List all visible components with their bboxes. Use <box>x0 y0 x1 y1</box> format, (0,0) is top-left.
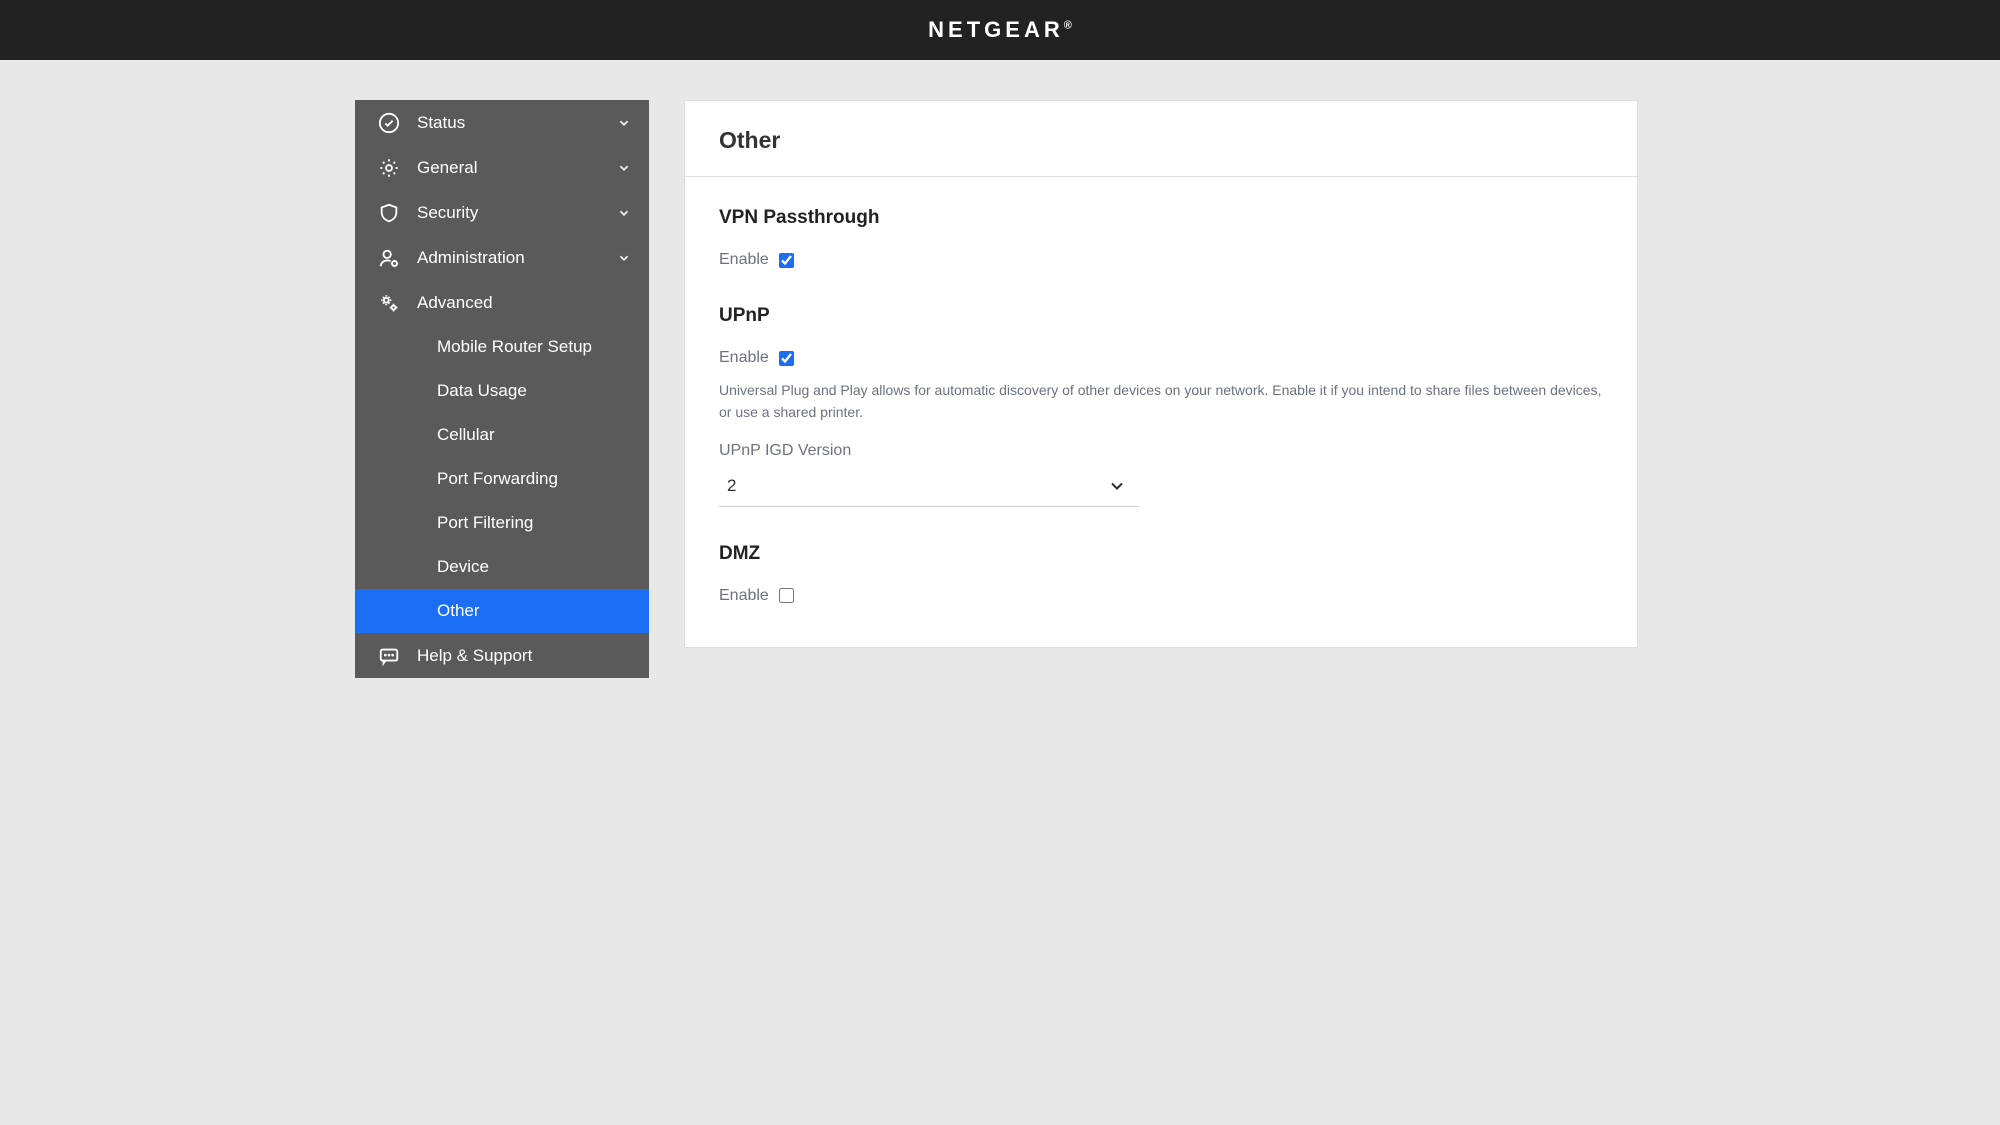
upnp-description: Universal Plug and Play allows for autom… <box>719 379 1603 424</box>
sidebar-sub-port-forwarding[interactable]: Port Forwarding <box>355 457 649 501</box>
sidebar-sub-port-filtering[interactable]: Port Filtering <box>355 501 649 545</box>
sidebar-item-label: Administration <box>417 248 617 268</box>
vpn-enable-row: Enable <box>719 251 1603 269</box>
select-value: 2 <box>727 476 1107 496</box>
sidebar-item-security[interactable]: Security <box>355 190 649 235</box>
section-upnp: UPnP Enable Universal Plug and Play allo… <box>719 305 1603 507</box>
sidebar-sub-mobile-router-setup[interactable]: Mobile Router Setup <box>355 325 649 369</box>
user-gear-icon <box>377 247 401 269</box>
chat-icon <box>377 645 401 667</box>
sidebar-sub-label: Port Filtering <box>437 513 533 533</box>
sidebar-item-label: Status <box>417 113 617 133</box>
field-label: Enable <box>719 251 769 269</box>
chevron-down-icon <box>617 206 631 220</box>
section-heading: VPN Passthrough <box>719 207 1603 229</box>
dmz-enable-checkbox[interactable] <box>779 588 794 603</box>
shield-icon <box>377 202 401 224</box>
chevron-down-icon <box>1107 476 1127 496</box>
sidebar-sub-label: Data Usage <box>437 381 527 401</box>
section-heading: UPnP <box>719 305 1603 327</box>
brand-text: NETGEAR <box>928 17 1064 42</box>
vpn-enable-checkbox[interactable] <box>779 253 794 268</box>
brand-rmark: ® <box>1064 20 1072 32</box>
section-vpn-passthrough: VPN Passthrough Enable <box>719 207 1603 269</box>
sidebar-item-administration[interactable]: Administration <box>355 235 649 280</box>
sidebar-sub-device[interactable]: Device <box>355 545 649 589</box>
sidebar-item-status[interactable]: Status <box>355 100 649 145</box>
sidebar-sub-label: Other <box>437 601 480 621</box>
sidebar-item-general[interactable]: General <box>355 145 649 190</box>
sidebar-sub-label: Mobile Router Setup <box>437 337 592 357</box>
sidebar-item-advanced[interactable]: Advanced <box>355 280 649 325</box>
sidebar-sub-label: Device <box>437 557 489 577</box>
field-label: Enable <box>719 349 769 367</box>
sidebar-item-label: Security <box>417 203 617 223</box>
gears-icon <box>377 292 401 314</box>
header-bar: NETGEAR® <box>0 0 2000 60</box>
upnp-enable-checkbox[interactable] <box>779 351 794 366</box>
upnp-enable-row: Enable <box>719 349 1603 367</box>
page-header: Other <box>685 101 1637 177</box>
upnp-version-select[interactable]: 2 <box>719 468 1139 507</box>
sidebar-item-label: Advanced <box>417 293 631 313</box>
sidebar: Status General Security <box>355 100 649 678</box>
section-heading: DMZ <box>719 543 1603 565</box>
gear-icon <box>377 157 401 179</box>
chevron-down-icon <box>617 116 631 130</box>
sidebar-sub-label: Port Forwarding <box>437 469 558 489</box>
sidebar-sub-label: Cellular <box>437 425 495 445</box>
sidebar-item-label: Help & Support <box>417 646 631 666</box>
chevron-down-icon <box>617 161 631 175</box>
sidebar-item-help-support[interactable]: Help & Support <box>355 633 649 678</box>
check-circle-icon <box>377 112 401 134</box>
field-label: Enable <box>719 587 769 605</box>
dmz-enable-row: Enable <box>719 587 1603 605</box>
sidebar-sub-other[interactable]: Other <box>355 589 649 633</box>
sidebar-item-label: General <box>417 158 617 178</box>
sidebar-sub-data-usage[interactable]: Data Usage <box>355 369 649 413</box>
main-panel: Other VPN Passthrough Enable UPnP Enable… <box>684 100 1638 648</box>
upnp-version-label: UPnP IGD Version <box>719 442 1603 460</box>
page-title: Other <box>719 127 1603 154</box>
brand-logo: NETGEAR® <box>928 17 1072 43</box>
sidebar-sub-cellular[interactable]: Cellular <box>355 413 649 457</box>
section-dmz: DMZ Enable <box>719 543 1603 605</box>
chevron-down-icon <box>617 251 631 265</box>
